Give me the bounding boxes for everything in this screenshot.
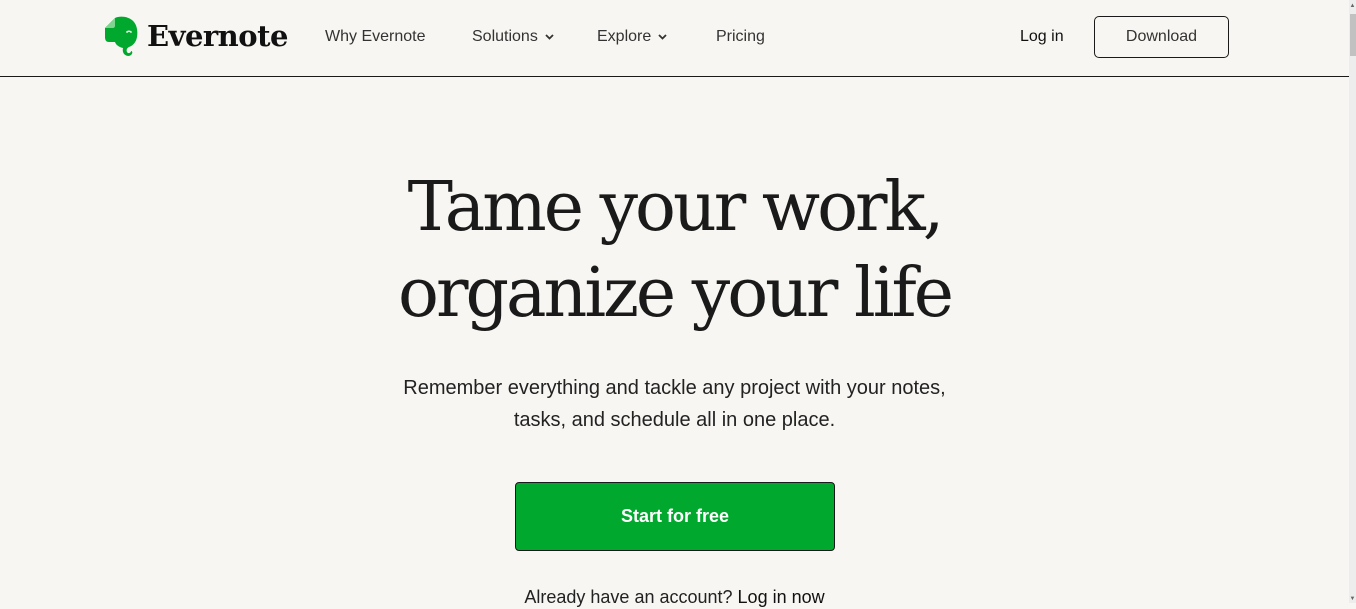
hero-title-line-1: Tame your work,: [407, 168, 945, 247]
chevron-down-icon: [545, 34, 554, 40]
vertical-scrollbar[interactable]: ▲ ▼: [1349, 0, 1356, 603]
evernote-logo[interactable]: Evernote: [105, 16, 288, 56]
evernote-elephant-icon: [105, 16, 138, 56]
hero-title-line-2: organize your life: [398, 254, 954, 333]
start-for-free-button[interactable]: Start for free: [515, 482, 835, 551]
hero-subtitle-line-2: tasks, and schedule all in one place.: [513, 409, 836, 431]
page: Evernote Why Evernote Solutions Explore …: [0, 0, 1349, 607]
hero-subtitle: Remember everything and tackle any proje…: [0, 372, 1349, 436]
brand-name: Evernote: [147, 18, 288, 53]
existing-account-prompt: Already have an account? Log in now: [0, 585, 1349, 609]
nav-pricing-label: Pricing: [716, 28, 765, 45]
nav-solutions-label: Solutions: [472, 28, 538, 45]
scroll-up-arrow-icon[interactable]: ▲: [1349, 2, 1356, 10]
download-button[interactable]: Download: [1094, 16, 1229, 58]
nav-pricing[interactable]: Pricing: [716, 27, 765, 47]
scrollbar-thumb[interactable]: [1350, 14, 1356, 56]
nav-explore[interactable]: Explore: [597, 27, 667, 47]
nav-explore-label: Explore: [597, 28, 652, 45]
nav-why-evernote[interactable]: Why Evernote: [325, 27, 425, 47]
site-header: Evernote Why Evernote Solutions Explore …: [0, 0, 1349, 77]
login-link[interactable]: Log in: [1020, 27, 1064, 47]
nav-why-evernote-label: Why Evernote: [325, 28, 426, 45]
hero-title: Tame your work, organize your life: [0, 165, 1349, 337]
already-have-account-text: Already have an account?: [524, 587, 733, 607]
chevron-down-icon: [658, 34, 667, 40]
login-now-link[interactable]: Log in now: [738, 587, 825, 607]
nav-solutions[interactable]: Solutions: [472, 27, 554, 47]
scroll-down-arrow-icon[interactable]: ▼: [1349, 595, 1356, 603]
hero-subtitle-line-1: Remember everything and tackle any proje…: [403, 377, 946, 399]
